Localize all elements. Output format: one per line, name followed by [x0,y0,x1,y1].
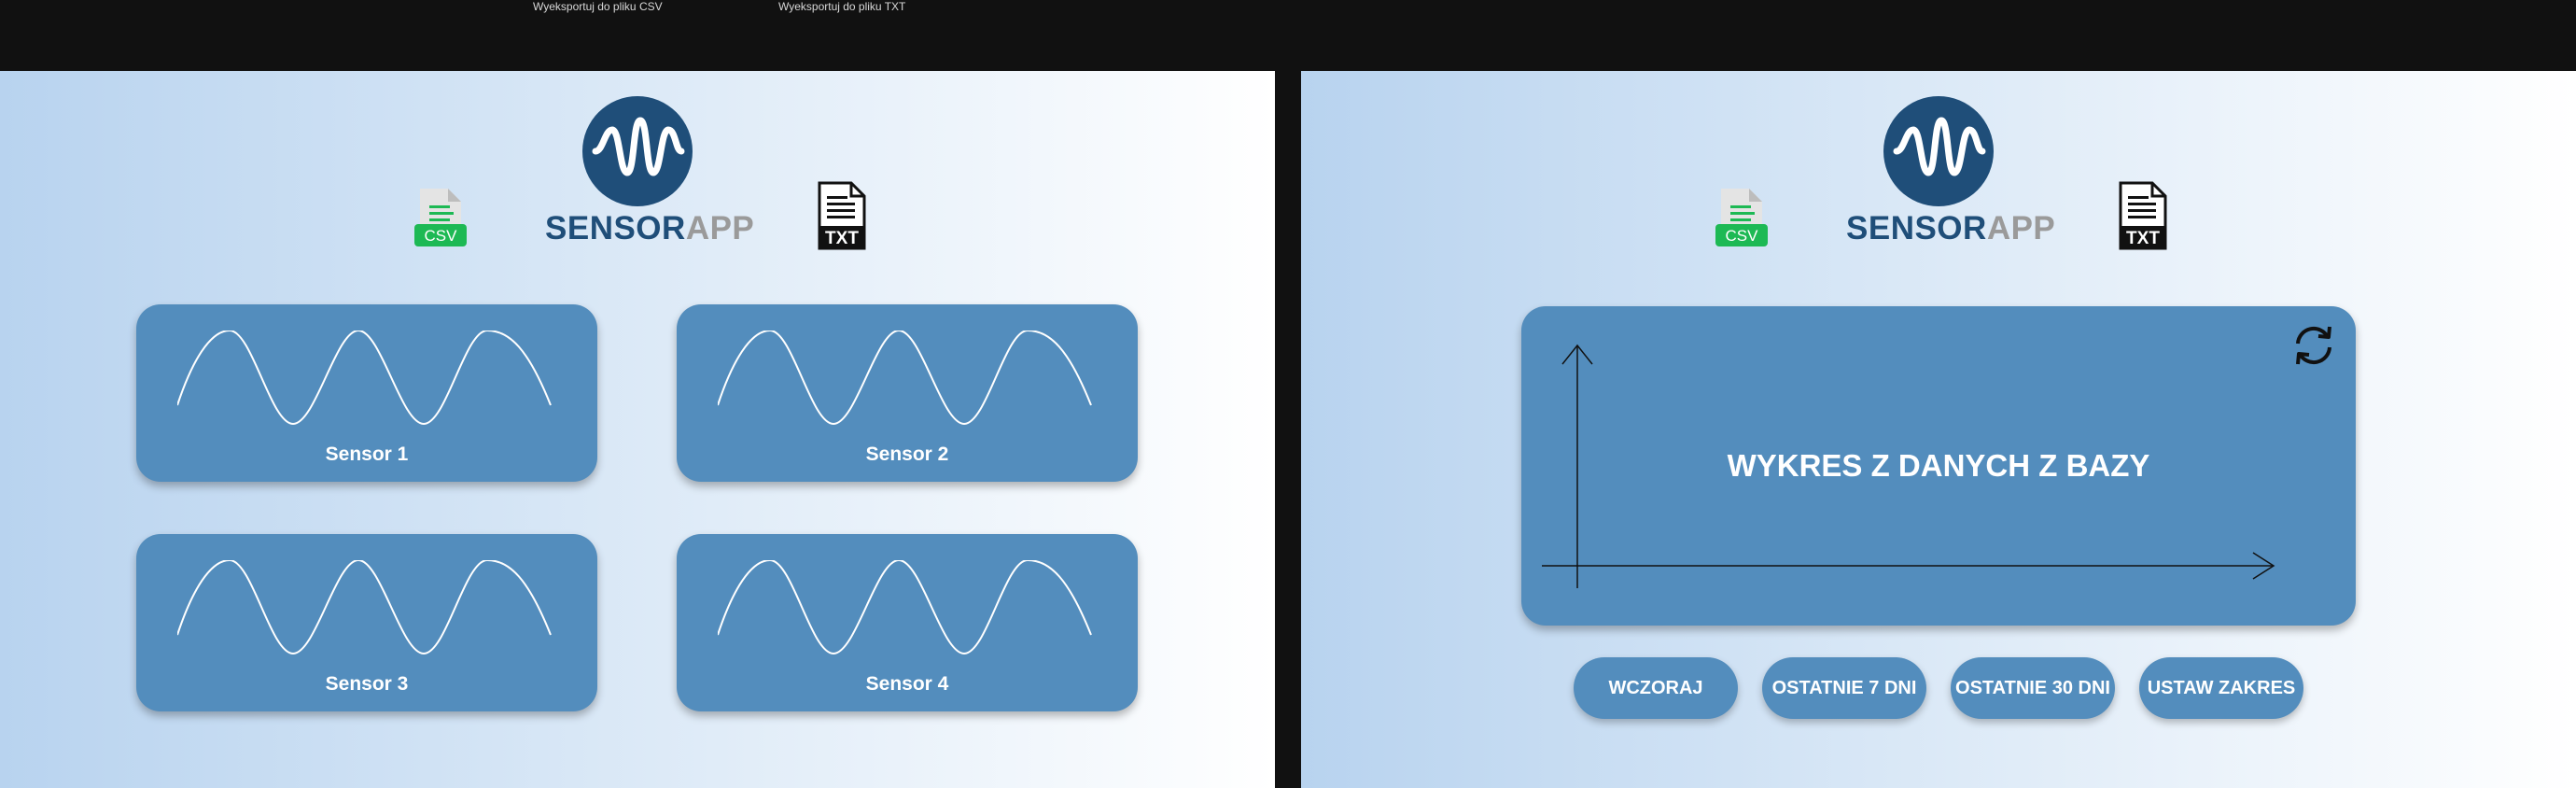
export-csv-annotation: Wyeksportuj do pliku CSV [533,0,663,13]
app-name-secondary: APP [685,210,755,246]
app-name-primary: SENSOR [1846,210,1987,246]
txt-badge-text: TXT [2126,229,2160,248]
chart-title: WYKRES Z DANYCH Z BAZY [1727,448,2150,483]
waveform-icon [592,117,685,176]
csv-export-icon[interactable]: CSV [413,187,469,255]
app-name-secondary: APP [1986,210,2056,246]
export-txt-annotation: Wyeksportuj do pliku TXT [778,0,906,13]
sine-wave-icon [177,331,552,426]
chart-screen: CSV SENSORAPP TXT WYKRES Z DANYCH Z BAZY… [1301,71,2576,788]
refresh-icon [2296,326,2331,365]
chart-panel: WYKRES Z DANYCH Z BAZY [1521,306,2356,626]
sensor-label: Sensor 3 [325,673,409,695]
sensor-card-4[interactable]: Sensor 4 [677,534,1138,711]
refresh-button[interactable] [2290,323,2337,373]
waveform-icon [1893,117,1986,176]
range-yesterday-button[interactable]: WCZORAJ [1574,657,1738,719]
app-name: SENSORAPP [545,210,754,247]
custom-range-button[interactable]: USTAW ZAKRES [2139,657,2303,719]
sine-wave-icon [718,560,1092,655]
sensor-label: Sensor 1 [325,443,409,465]
range-30-days-button[interactable]: OSTATNIE 30 DNI [1951,657,2115,719]
sensor-label: Sensor 4 [865,673,949,695]
app-logo [582,96,693,206]
app-name: SENSORAPP [1846,210,2055,247]
sine-wave-icon [718,331,1092,426]
range-7-days-button[interactable]: OSTATNIE 7 DNI [1762,657,1926,719]
txt-export-icon[interactable]: TXT [816,181,868,257]
dashboard-screen: CSV SENSORAPP TXT Sensor 1 Sensor 2 Sens… [0,71,1275,788]
csv-badge-text: CSV [425,227,458,245]
sensor-card-1[interactable]: Sensor 1 [136,304,597,482]
sensor-card-2[interactable]: Sensor 2 [677,304,1138,482]
csv-export-icon[interactable]: CSV [1714,187,1770,255]
txt-export-icon[interactable]: TXT [2117,181,2169,257]
app-name-primary: SENSOR [545,210,686,246]
txt-badge-text: TXT [825,229,859,248]
app-logo [1883,96,1994,206]
sensor-card-3[interactable]: Sensor 3 [136,534,597,711]
csv-badge-text: CSV [1726,227,1759,245]
sine-wave-icon [177,560,552,655]
sensor-label: Sensor 2 [865,443,949,465]
